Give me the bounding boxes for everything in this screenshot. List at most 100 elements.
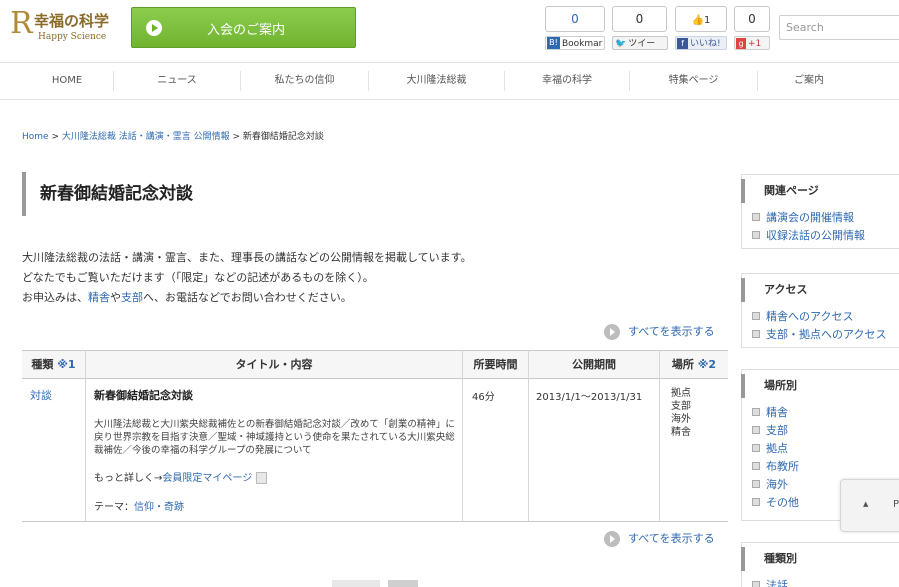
header-place-label: 場所 [671, 358, 694, 371]
breadcrumb-section[interactable]: 大川隆法総裁 法話・講演・霊言 公開情報 [62, 132, 230, 142]
place-item: 支部 [671, 401, 691, 412]
arrow-right-icon [604, 531, 620, 547]
bullet-icon [752, 480, 760, 488]
row-period: 2013/1/1～2013/1/31 [536, 392, 643, 403]
shibu-link[interactable]: 支部 [121, 291, 143, 304]
bullet-icon [752, 498, 760, 506]
theme-prefix: テーマ： [94, 502, 134, 513]
sidebar-item-recorded-lectures[interactable]: 収録法話の公開情報 [752, 227, 899, 245]
sidebar-item-fukyosho[interactable]: 布教所 [752, 458, 899, 476]
row-description: 大川隆法総裁と大川紫央総裁補佐との新春御結婚記念対談／改めて「創業の精神」に戻り… [94, 419, 455, 456]
bullet-icon [752, 426, 760, 434]
bullet-icon [752, 330, 760, 338]
google-plusone-button[interactable]: g +1 [734, 36, 770, 50]
more-details: もっと詳しく→会員限定マイページ [94, 469, 268, 484]
page-top-widget[interactable]: ▲ P [840, 479, 899, 532]
breadcrumb-separator: > [48, 132, 62, 142]
breadcrumb-current: 新春御結婚記念対談 [242, 132, 324, 142]
sidebar-item-seisha[interactable]: 精舎 [752, 404, 899, 422]
intro-text-part: や [110, 291, 121, 304]
bullet-icon [752, 581, 760, 587]
sidebar-item-seisha-access[interactable]: 精舎へのアクセス [752, 308, 899, 326]
sidebar-item-label: 精舎 [766, 406, 788, 419]
hatena-label: Bookmar [562, 39, 603, 49]
more-prefix: もっと詳しく→ [94, 473, 163, 484]
place-item: 海外 [671, 414, 691, 425]
table-row: 対談 新春御結婚記念対談 大川隆法総裁と大川紫央総裁補佐との新春御結婚記念対談／… [22, 379, 728, 522]
scroll-up-icon: ▲ [863, 500, 869, 508]
breadcrumb-separator: > [229, 132, 243, 142]
sidebar-item-kyoten[interactable]: 拠点 [752, 440, 899, 458]
tweet-label: ツイー [628, 39, 656, 49]
row-title: 新春御結婚記念対談 [94, 389, 193, 402]
sidebar-item-label: 講演会の開催情報 [766, 211, 854, 224]
facebook-like-button[interactable]: f いいね! [675, 36, 727, 50]
note-1-link[interactable]: ※1 [57, 358, 75, 371]
note-2-link[interactable]: ※2 [698, 358, 716, 371]
sidebar-item-label: 精舎へのアクセス [766, 310, 854, 323]
row-theme: テーマ：信仰・奇跡 [94, 498, 184, 513]
header-type: 種類 ※1 [22, 351, 85, 379]
sidebar-item-shibu-access[interactable]: 支部・拠点へのアクセス [752, 326, 899, 344]
sidebar-item-shibu[interactable]: 支部 [752, 422, 899, 440]
like-count-box: 👍1 [675, 6, 727, 32]
nav-item-home[interactable]: HOME [22, 63, 112, 100]
site-header: R 幸福の科学 Happy Science 入会のご案内 0 B! Bookmar… [0, 0, 899, 62]
hatena-icon: B! [547, 37, 560, 49]
nav-item-features[interactable]: 特集ページ [630, 63, 757, 100]
show-all-label: すべてを表示する [628, 532, 715, 545]
pager-button[interactable] [388, 580, 418, 587]
hatena-bookmark-button[interactable]: B! Bookmar [545, 36, 605, 50]
intro-line: どなたでもご覧いただけます（「限定」などの記述があるものを除く）。 [22, 271, 374, 284]
type-link[interactable]: 対談 [30, 389, 52, 402]
intro-line: 大川隆法総裁の法話・講演・霊言、また、理事長の講話などの公開情報を掲載しています… [22, 251, 472, 264]
sidebar-item-label: 支部 [766, 424, 788, 437]
pager-button[interactable] [332, 580, 380, 587]
nav-item-guide[interactable]: ご案内 [758, 63, 860, 100]
nav-item-president[interactable]: 大川隆法総裁 [369, 63, 504, 100]
tweet-button[interactable]: 🐦 ツイー [612, 36, 668, 50]
sidebar-related-title: 関連ページ [741, 179, 899, 203]
show-all-link-top[interactable]: すべてを表示する [604, 323, 715, 340]
sidebar-by-type: 種類別 法話 [741, 542, 899, 587]
sidebar-item-lecture-schedule[interactable]: 講演会の開催情報 [752, 209, 899, 227]
breadcrumb-home[interactable]: Home [22, 132, 49, 142]
bullet-icon [752, 312, 760, 320]
nav-item-news[interactable]: ニュース [114, 63, 240, 100]
nav-item-faith[interactable]: 私たちの信仰 [241, 63, 368, 100]
like-count: 1 [704, 15, 711, 26]
sidebar-item-label: 拠点 [766, 442, 788, 455]
like-label: いいね! [690, 39, 721, 49]
sidebar-item-howa[interactable]: 法話 [752, 577, 899, 587]
sidebar-by-type-title: 種類別 [741, 547, 899, 571]
facebook-icon: f [677, 38, 688, 49]
site-logo[interactable]: R 幸福の科学 Happy Science [8, 6, 123, 46]
show-all-link-bottom[interactable]: すべてを表示する [604, 530, 715, 547]
breadcrumb: Home > 大川隆法総裁 法話・講演・霊言 公開情報 > 新春御結婚記念対談 [22, 129, 324, 142]
intro-text: 大川隆法総裁の法話・講演・霊言、また、理事長の講話などの公開情報を掲載しています… [22, 248, 472, 308]
show-all-label: すべてを表示する [628, 325, 715, 338]
search-placeholder: Search [786, 21, 824, 34]
twitter-bird-icon: 🐦 [615, 39, 627, 49]
nav-item-happy-science[interactable]: 幸福の科学 [505, 63, 629, 100]
search-input[interactable]: Search [779, 15, 899, 40]
member-mypage-link[interactable]: 会員限定マイページ [162, 473, 252, 484]
table-header: 種類 ※1 タイトル・内容 所要時間 公開期間 場所 ※2 [22, 350, 728, 379]
header-period: 公開期間 [572, 358, 616, 371]
join-button[interactable]: 入会のご案内 [131, 7, 356, 48]
logo-english-text: Happy Science [38, 32, 107, 42]
place-item: 精舎 [671, 427, 691, 438]
sidebar-item-label: 支部・拠点へのアクセス [766, 328, 887, 341]
theme-link[interactable]: 信仰・奇跡 [134, 502, 184, 513]
sidebar-item-label: 収録法話の公開情報 [766, 229, 865, 242]
bullet-icon [752, 231, 760, 239]
tweet-count: 0 [612, 6, 667, 32]
bullet-icon [752, 408, 760, 416]
seisha-link[interactable]: 精舎 [88, 291, 110, 304]
bullet-icon [752, 462, 760, 470]
intro-text-part: へ、お電話などでお問い合わせください。 [143, 291, 352, 304]
sidebar-item-label: 海外 [766, 478, 788, 491]
hatena-count: 0 [545, 6, 605, 32]
place-item: 拠点 [671, 388, 691, 399]
row-places: 拠点 支部 海外 精舎 [671, 387, 691, 439]
